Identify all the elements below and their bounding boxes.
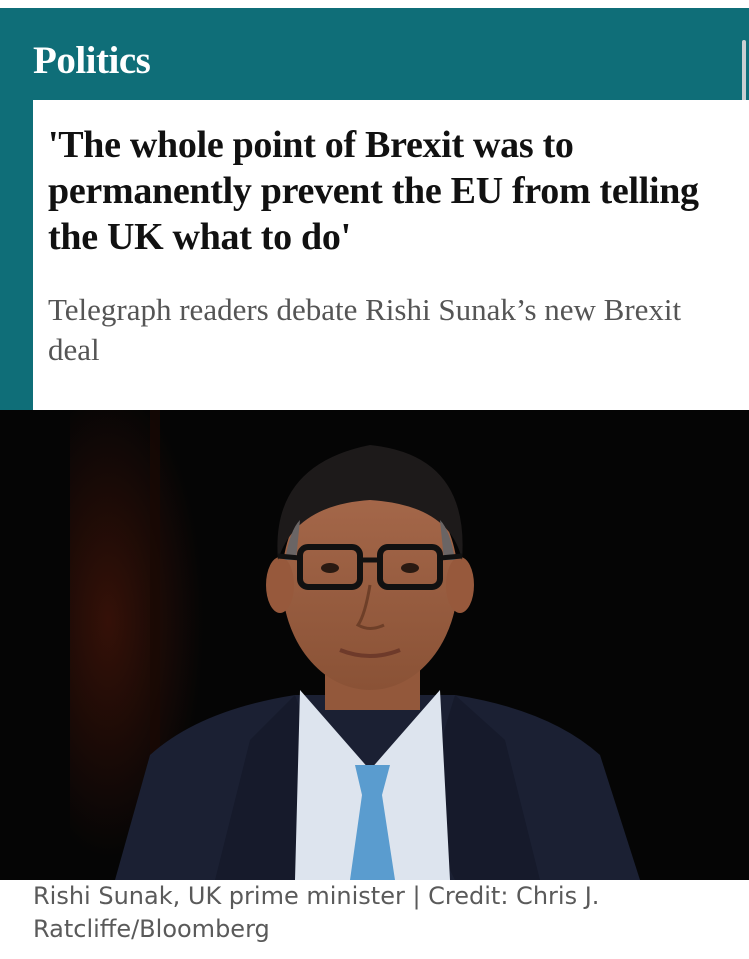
top-strip [0,0,749,8]
article-headline[interactable]: 'The whole point of Brexit was to perman… [48,122,728,260]
headline-card: 'The whole point of Brexit was to perman… [33,100,749,410]
photo-caption: Rishi Sunak, UK prime minister | Credit:… [33,882,600,943]
article-photo [0,410,749,880]
section-label[interactable]: Politics [33,38,151,84]
article-standfirst: Telegraph readers debate Rishi Sunak’s n… [48,292,682,367]
portrait-image [0,410,749,880]
